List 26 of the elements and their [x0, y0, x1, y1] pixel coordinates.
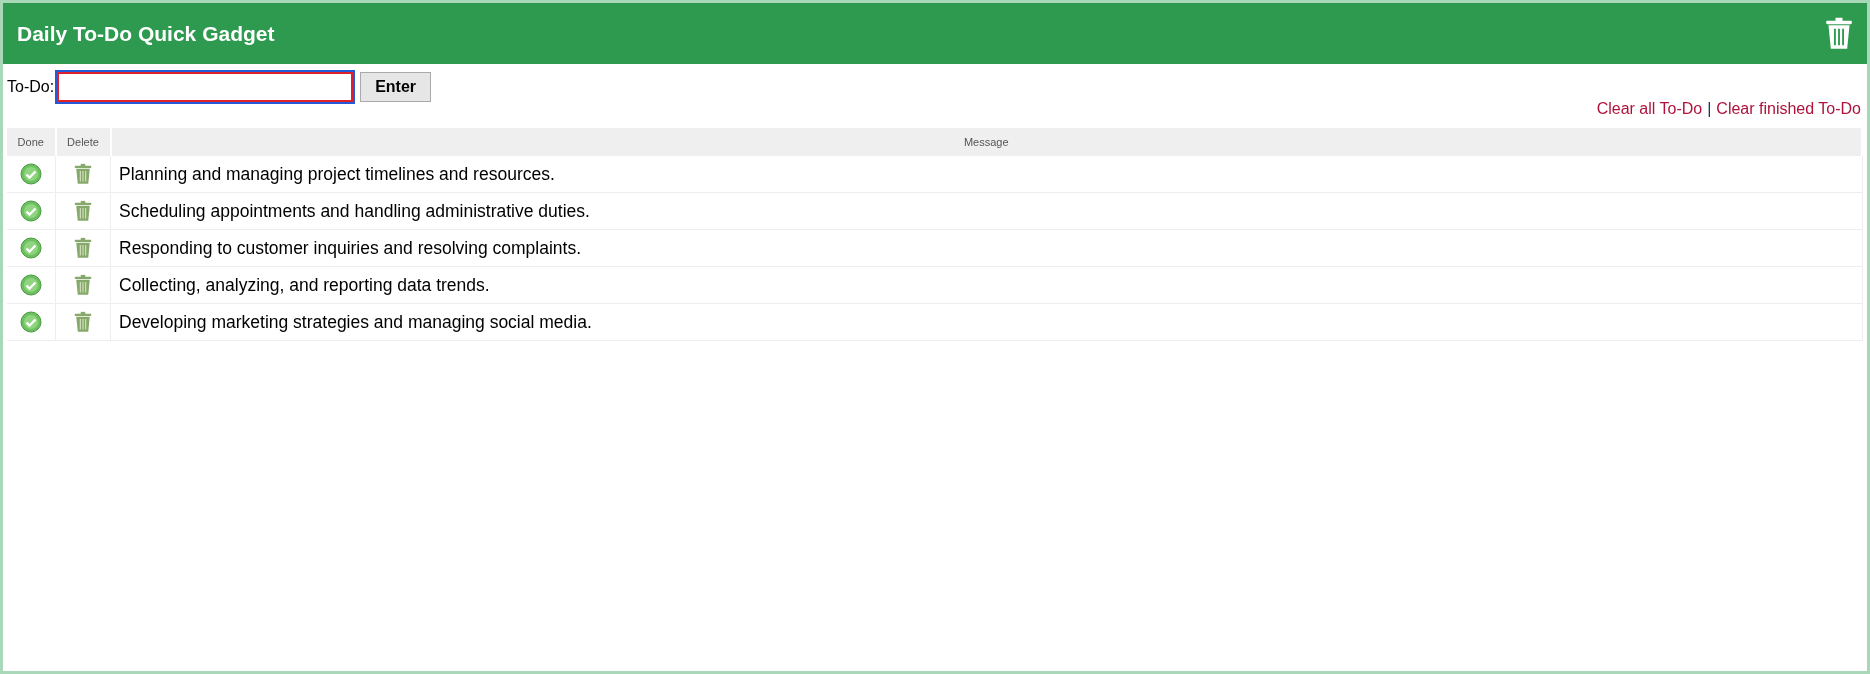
todo-input-field[interactable]	[57, 72, 354, 102]
column-header: Delete	[55, 128, 111, 156]
trash-icon[interactable]	[74, 274, 92, 296]
trash-icon[interactable]	[74, 311, 92, 333]
column-header: Message	[110, 128, 1862, 156]
clear-finished-link[interactable]: Clear finished To-Do	[1716, 100, 1861, 118]
column-header: Done	[7, 128, 56, 156]
check-icon[interactable]	[20, 200, 42, 222]
trash-icon[interactable]	[74, 237, 92, 259]
todo-message: Responding to customer inquiries and resolving complaints.	[110, 229, 1862, 267]
check-icon[interactable]	[20, 237, 42, 259]
clear-all-link[interactable]: Clear all To-Do	[1596, 100, 1703, 118]
enter-button[interactable]: Enter	[360, 72, 432, 102]
todo-message: Collecting, analyzing, and reporting data trends.	[110, 266, 1862, 304]
check-icon[interactable]	[20, 163, 42, 185]
todo-message: Developing marketing strategies and managing social media.	[110, 303, 1862, 341]
trash-icon[interactable]	[74, 200, 92, 222]
check-icon[interactable]	[20, 274, 42, 296]
check-icon[interactable]	[20, 311, 42, 333]
link-separator: |	[1707, 100, 1712, 118]
gadget-title: Daily To-Do Quick Gadget	[17, 21, 275, 46]
todo-message: Scheduling appointments and handling administrative duties.	[110, 192, 1862, 230]
trash-icon[interactable]	[1825, 17, 1853, 50]
trash-icon[interactable]	[74, 163, 92, 185]
todo-message: Planning and managing project timelines and resources.	[110, 156, 1862, 193]
todo-label: To-Do:	[7, 78, 55, 96]
